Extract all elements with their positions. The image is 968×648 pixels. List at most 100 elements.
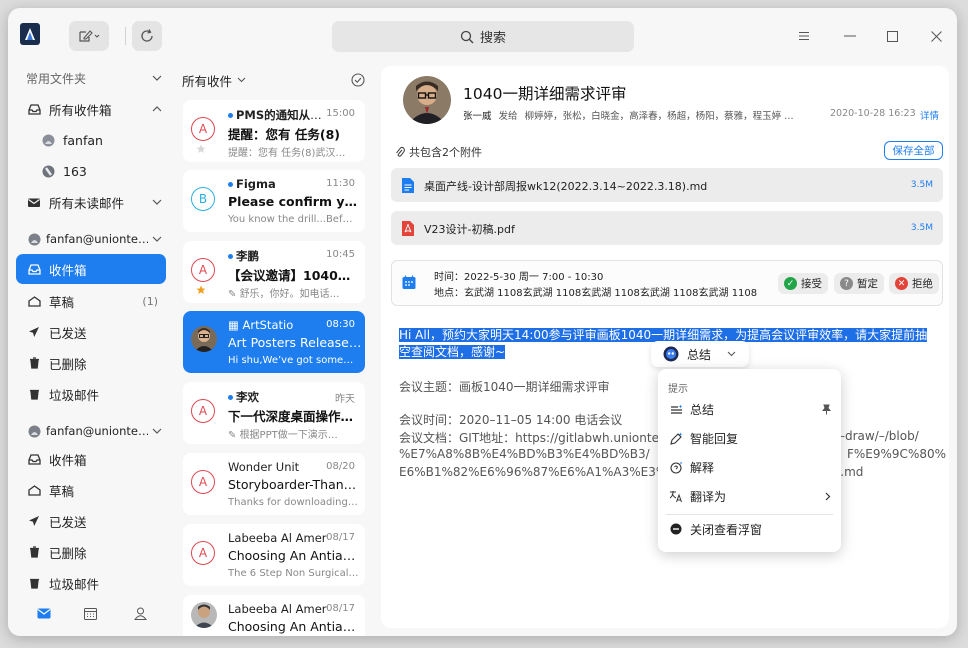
message-list: 所有收件 A PMS的通知从1… 15:00 提醒：您有 任务(8) 提醒：您有… <box>176 60 373 636</box>
maximize-icon <box>886 30 898 42</box>
sidebar-item-all-inbox[interactable]: 所有收件箱 <box>16 94 166 124</box>
sidebar-item-label: 草稿 <box>49 483 75 499</box>
sidebar-item-all-unread[interactable]: 所有未读邮件 <box>16 187 166 217</box>
sender-avatar <box>191 602 217 628</box>
menu-item-translate[interactable]: 翻译为 <box>658 482 841 510</box>
pdf-icon <box>402 221 414 236</box>
account-avatar-icon <box>40 163 56 179</box>
sidebar-item-163[interactable]: 163 <box>16 156 166 186</box>
mail-body-doc-link[interactable]: E6%B1%82%E6%96%87%E6%A1%A3%E3% <box>399 465 667 479</box>
decline-button[interactable]: ✕ 拒绝 <box>889 273 939 294</box>
mail-details-link[interactable]: 详情 <box>920 108 939 122</box>
chevron-down-icon <box>148 199 166 205</box>
sidebar-common-folders[interactable]: 常用文件夹 <box>16 63 166 93</box>
message-subject: Choosing An Antiaging <box>228 619 362 634</box>
message-subject: 提醒：您有 任务(8) <box>228 127 340 142</box>
message-list-item[interactable]: A Labeeba Al Amer 08/17 Choosing An Anti… <box>183 524 365 586</box>
sidebar-item-label: 垃圾邮件 <box>49 576 100 592</box>
sidebar-item-sent[interactable]: 已发送 <box>16 317 166 347</box>
sidebar-item-junk[interactable]: 垃圾邮件 <box>16 379 166 409</box>
sidebar-item-sent-2[interactable]: 已发送 <box>16 506 166 536</box>
sidebar-item-label: 已发送 <box>49 514 87 530</box>
tentative-button[interactable]: ? 暂定 <box>834 273 884 294</box>
message-list-item[interactable]: Labeeba Al Amer 08/17 Choosing An Antiag… <box>183 595 365 636</box>
compose-icon <box>79 30 100 42</box>
refresh-button[interactable] <box>132 21 162 51</box>
sidebar-item-label: 收件箱 <box>49 452 87 468</box>
search-input[interactable]: 搜索 <box>332 21 634 52</box>
close-window-button[interactable] <box>924 24 948 48</box>
message-list-item[interactable]: A Wonder Unit 08/20 Storyboarder-Than… T… <box>183 453 365 515</box>
refresh-icon <box>141 29 153 42</box>
sender-photo <box>403 76 451 124</box>
ai-summary-button[interactable]: 总结 <box>651 341 749 367</box>
menu-item-summarize[interactable]: 总结 <box>658 395 841 423</box>
attachment-item[interactable]: 桌面产线-设计部周报wk12(2022.3.14~2022.3.18).md 3… <box>391 168 943 202</box>
menu-item-smart-reply[interactable]: 智能回复 <box>658 424 841 452</box>
mail-date: 2020-10-28 16:23 <box>830 108 916 119</box>
mail-recipients[interactable]: 柳婷婷，张松，白晓金，高泽春，杨超，杨阳，蔡雅，程玉婷 … <box>525 111 794 122</box>
mail-icon <box>37 608 51 618</box>
sidebar-item-inbox-2[interactable]: 收件箱 <box>16 444 166 474</box>
mail-body-doc-link[interactable]: F%E9%9C%80% <box>847 447 946 461</box>
star-icon[interactable] <box>196 144 206 154</box>
inbox-icon <box>26 101 42 117</box>
pin-icon[interactable] <box>822 404 831 415</box>
chevron-down-icon[interactable] <box>237 77 246 83</box>
tentative-label: 暂定 <box>857 278 878 290</box>
message-list-item[interactable]: A 李鹏 10:45 【会议邀请】1040一… ✎ 舒乐，你好。如电话… <box>183 241 365 303</box>
account-avatar-icon <box>40 132 56 148</box>
star-icon[interactable] <box>196 285 206 295</box>
sidebar-item-fanfan[interactable]: fanfan <box>16 125 166 155</box>
menu-item-close-popup[interactable]: 关闭查看浮窗 <box>658 515 841 543</box>
message-list-item-selected[interactable]: ▦ ArtStatio 08:30 Art Posters Released …… <box>183 311 365 373</box>
unread-dot <box>228 395 233 400</box>
sidebar-item-label: 所有收件箱 <box>49 102 112 118</box>
sidebar-item-deleted-2[interactable]: 已删除 <box>16 537 166 567</box>
selected-text[interactable]: 空查阅文档，感谢~ <box>399 345 506 359</box>
ai-actions-menu: 提示 总结 智能回复 解释 翻译为 关闭查看浮窗 <box>658 369 841 552</box>
sidebar-account-label: fanfan@unionte… <box>46 424 148 438</box>
message-time: 08:30 <box>326 319 355 330</box>
accept-button[interactable]: ✓ 接受 <box>778 273 828 294</box>
sidebar-item-deleted[interactable]: 已删除 <box>16 348 166 378</box>
save-all-button[interactable]: 保存全部 <box>884 141 943 160</box>
mail-body-doc-link[interactable]: –draw/–/blob/ <box>839 429 919 443</box>
selected-text[interactable]: Hi All，预约大家明天14:00参与评审画板1040一期详细需求，为提高会议… <box>399 328 928 342</box>
message-preview: ✎ 舒乐，你好。如电话… <box>228 289 340 300</box>
maximize-button[interactable] <box>880 24 904 48</box>
event-location: 地点：玄武湖 1108玄武湖 1108玄武湖 1108玄武湖 1108玄武湖 1… <box>434 288 758 299</box>
send-icon <box>26 513 42 529</box>
calendar-view-button[interactable] <box>81 604 99 622</box>
compose-button[interactable] <box>69 21 109 51</box>
message-list-header: 所有收件 <box>182 68 365 92</box>
sidebar-item-label: 已删除 <box>49 356 87 372</box>
message-sender: 李鹏 <box>228 248 328 264</box>
paperclip-icon <box>396 146 405 157</box>
minimize-button[interactable] <box>838 24 862 48</box>
mail-body-doc-link[interactable]: 会议文档：GIT地址：https://gitlabwh.unionte <box>399 429 659 446</box>
message-list-item[interactable]: A PMS的通知从1… 15:00 提醒：您有 任务(8) 提醒：您有 任务(8… <box>183 100 365 162</box>
mail-sender[interactable]: 张一威 <box>463 111 492 122</box>
smart-reply-icon <box>668 430 684 446</box>
message-list-item[interactable]: A 李欢 昨天 下一代深度桌面操作… ✎ 根据PPT做一下演示… <box>183 382 365 444</box>
message-list-item[interactable]: B Figma 11:30 Please confirm you… You kn… <box>183 170 365 232</box>
menu-item-label: 智能回复 <box>690 431 739 446</box>
folder-filter-dropdown[interactable]: 所有收件 <box>182 71 232 90</box>
attachment-item[interactable]: V23设计-初稿.pdf 3.5M <box>391 211 943 245</box>
chevron-down-icon <box>148 236 166 242</box>
drafts-icon <box>26 293 42 309</box>
select-mode-button[interactable] <box>351 73 365 87</box>
sidebar-item-inbox[interactable]: 收件箱 <box>16 254 166 284</box>
main-menu-button[interactable] <box>792 24 816 48</box>
sidebar-account-1[interactable]: fanfan@unionte… <box>16 224 166 254</box>
mail-view-button[interactable] <box>35 604 53 622</box>
contacts-view-button[interactable] <box>131 604 149 622</box>
check-circle-icon <box>351 73 365 87</box>
ai-summary-label: 总结 <box>687 347 712 362</box>
sidebar-item-drafts[interactable]: 草稿 (1) <box>16 286 166 316</box>
sidebar-item-drafts-2[interactable]: 草稿 <box>16 475 166 505</box>
menu-item-explain[interactable]: 解释 <box>658 453 841 481</box>
mail-body-doc-link[interactable]: %E7%A8%8B%E4%BD%B3%E4%BD%B3/ <box>399 447 650 461</box>
sidebar-account-2[interactable]: fanfan@unionte… <box>16 416 166 446</box>
